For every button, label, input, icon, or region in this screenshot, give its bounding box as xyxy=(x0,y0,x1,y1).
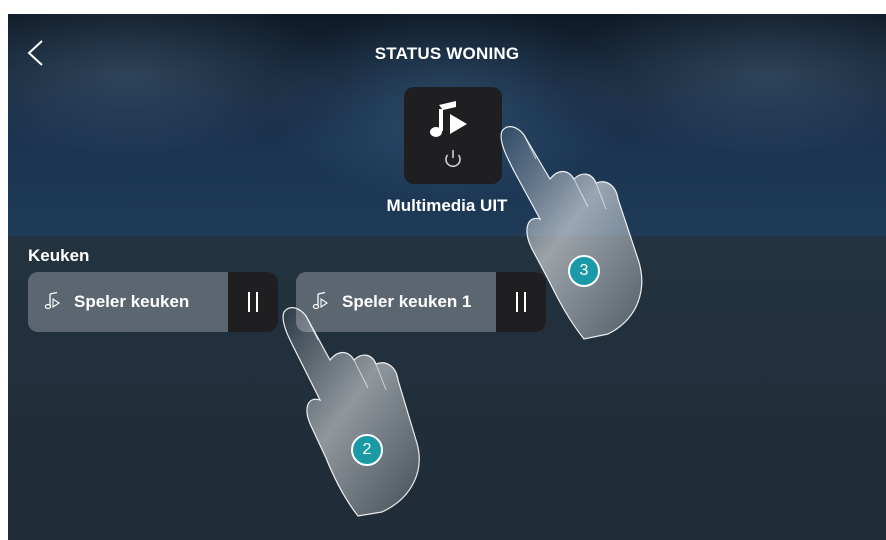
player-label: Speler keuken xyxy=(74,292,190,311)
step-marker-3: 3 xyxy=(568,255,600,287)
section-title-keuken: Keuken xyxy=(28,246,90,265)
pause-button[interactable] xyxy=(228,272,278,332)
pointing-hand-illustration xyxy=(500,126,643,340)
music-note-icon xyxy=(44,291,60,310)
player-speler-keuken[interactable]: Speler keuken xyxy=(28,272,278,332)
status-woning-screen: STATUS WONING Multimedia UIT Keuken Spel… xyxy=(8,14,886,540)
page-title: STATUS WONING xyxy=(374,44,520,63)
step-marker-2: 2 xyxy=(351,434,383,466)
pointing-hand-illustration xyxy=(282,307,420,517)
multimedia-label: Multimedia UIT xyxy=(386,196,508,215)
pause-icon xyxy=(248,292,258,312)
